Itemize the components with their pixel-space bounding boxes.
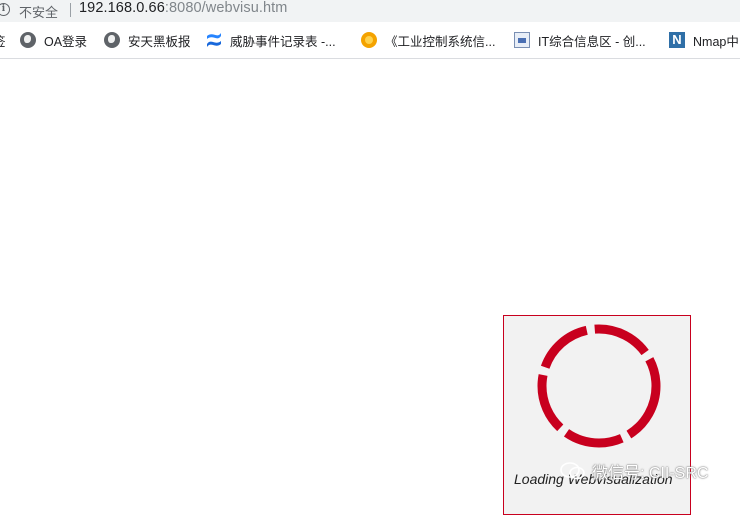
bookmark-threat-log[interactable]: 威胁事件记录表 -... [206,22,336,58]
bookmark-it-info[interactable]: IT综合信息区 - 创... [514,22,646,58]
bookmark-label: 威胁事件记录表 -... [230,34,336,49]
bookmark-oa-login[interactable]: OA登录 [20,22,87,58]
bookmark-label: 《工业控制系统信... [385,34,496,49]
globe-icon [104,32,120,48]
bookmark-partial[interactable]: 签 [0,22,6,58]
document-icon [514,32,530,48]
bookmark-nmap[interactable]: N Nmap中 [669,22,739,58]
bookmark-antian[interactable]: 安天黑板报 [104,22,191,58]
watermark-text: 微信号: CII-SRC [592,465,709,482]
loading-panel: Loading Webvisualization [503,315,691,515]
confluence-icon [206,32,222,48]
url-field[interactable]: 192.168.0.66:8080/webvisu.htm [79,0,287,16]
bookmark-label: Nmap中 [693,34,739,49]
bookmarks-bar: 签 OA登录 安天黑板报 威胁事件记录表 -... 《工业控制系统信... IT… [0,22,740,59]
n-logo-icon: N [669,32,685,48]
loading-spinner-icon [537,324,661,448]
watermark: 微信号: CII-SRC [560,459,708,483]
security-status[interactable]: 不安全 [19,2,58,21]
sun-logo-icon [361,32,377,48]
bookmark-label: 签 [0,31,6,50]
wechat-icon [560,461,586,481]
divider [70,3,71,17]
bookmark-label: OA登录 [44,34,88,49]
globe-icon [20,32,36,48]
bookmark-ics-security[interactable]: 《工业控制系统信... [361,22,495,58]
bookmark-label: 安天黑板报 [128,34,191,49]
url-path: :8080/webvisu.htm [164,0,288,16]
address-bar[interactable]: i 不安全 192.168.0.66:8080/webvisu.htm [0,0,740,22]
url-host: 192.168.0.66 [79,0,165,16]
bookmark-label: IT综合信息区 - 创... [538,34,646,49]
info-icon[interactable]: i [0,3,10,16]
